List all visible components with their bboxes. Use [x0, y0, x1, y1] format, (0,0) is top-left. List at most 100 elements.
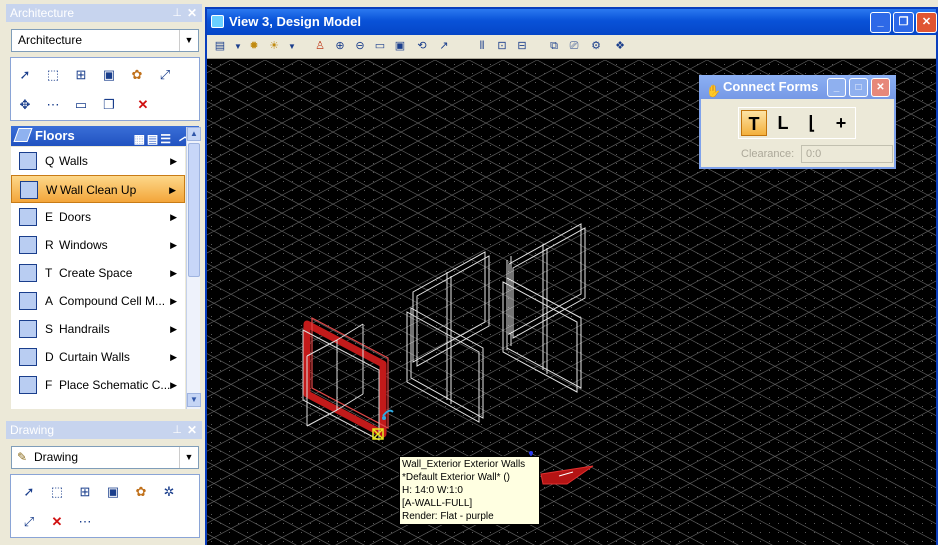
close-button[interactable]: ✕	[871, 78, 890, 97]
chevron-down-icon[interactable]: ▼	[179, 30, 198, 51]
floors-item[interactable]: W Wall Clean Up ▶	[11, 175, 185, 203]
view-title-bar[interactable]: View 3, Design Model _ ❐ ✕	[207, 9, 937, 35]
floors-item-key: W	[46, 183, 58, 197]
connect-forms-title-bar[interactable]: ✋ Connect Forms _ □ ✕	[699, 75, 896, 99]
end-connect-icon[interactable]: ⌊	[799, 110, 825, 136]
minimize-button[interactable]: _	[870, 12, 891, 33]
ruler-icon[interactable]: ▭	[69, 94, 93, 116]
zoom-in-icon[interactable]: ⊕	[331, 38, 349, 55]
zoom-out-icon[interactable]: ⊖	[351, 38, 369, 55]
clearance-label: Clearance:	[741, 148, 795, 160]
walk-icon[interactable]: ⦀	[473, 38, 491, 55]
connect-forms-tools: T L ⌊ +	[738, 107, 856, 139]
saved-views-icon[interactable]: ❖	[611, 38, 629, 55]
restore-button[interactable]: ❐	[893, 12, 914, 33]
scale-icon[interactable]: ⤢	[17, 511, 41, 533]
connect-forms-title: Connect Forms	[723, 79, 819, 94]
rotate-view-icon[interactable]: ⟲	[413, 38, 431, 55]
handrail-icon	[19, 320, 37, 338]
marquee-select-icon[interactable]: ⬚	[41, 64, 65, 86]
pin-icon[interactable]: ⊥	[172, 421, 182, 439]
floors-item-label: Curtain Walls	[59, 350, 130, 364]
drawing-panel-title[interactable]: Drawing ⊥ ✕	[6, 421, 202, 439]
scroll-thumb[interactable]	[188, 143, 200, 277]
tee-connect-icon[interactable]: T	[741, 110, 767, 136]
previous-view-icon[interactable]: ⊡	[493, 38, 511, 55]
connect-icon[interactable]: ⋯	[41, 94, 65, 116]
architecture-combo[interactable]: Architecture ▼	[11, 29, 199, 52]
delete-x-icon[interactable]: ✕	[45, 511, 69, 533]
delete-x-icon[interactable]: ✕	[131, 94, 155, 116]
submenu-arrow-icon: ▶	[169, 185, 176, 195]
view-measure-icon[interactable]: ▣	[101, 481, 125, 503]
cross-connect-icon[interactable]: +	[828, 110, 854, 136]
clip-volume-icon[interactable]: ⧉	[545, 38, 563, 55]
view-rotation-icon[interactable]: ⚙	[587, 38, 605, 55]
marquee-select-icon[interactable]: ⬚	[45, 481, 69, 503]
drawing-toolbox: ➚ ⬚ ⊞ ▣ ✿ ✲ ⤢ ✕ ⋯	[10, 474, 200, 538]
drawing-combo[interactable]: ✎ Drawing ▼	[11, 446, 199, 469]
hand-icon: ✋	[706, 84, 721, 98]
corner-connect-icon[interactable]: L	[770, 110, 796, 136]
close-icon[interactable]: ✕	[187, 4, 197, 22]
palette-icon[interactable]: ✿	[129, 481, 153, 503]
lighting-icon[interactable]: ☀	[265, 38, 283, 55]
chevron-down-icon[interactable]: ▼	[283, 38, 301, 55]
submenu-arrow-icon: ▶	[170, 212, 177, 222]
clearance-input[interactable]: 0:0	[801, 145, 893, 163]
close-icon[interactable]: ✕	[187, 421, 197, 439]
floors-item[interactable]: E Doors ▶	[11, 203, 185, 231]
display-style-icon[interactable]: ✹	[245, 38, 263, 55]
floors-item-label: Compound Cell M...	[59, 294, 166, 308]
submenu-arrow-icon: ▶	[170, 240, 177, 250]
view-mode-icons[interactable]: ▦▤☰	[134, 129, 173, 149]
tooltip-line: Wall_Exterior Exterior Walls	[402, 459, 526, 470]
wall-cleanup-icon	[20, 181, 38, 199]
space-icon	[19, 264, 37, 282]
floors-item[interactable]: A Compound Cell M... ▶	[11, 287, 185, 315]
view-measure-icon[interactable]: ▣	[97, 64, 121, 86]
floors-scrollbar[interactable]: ▲ ▼	[186, 127, 201, 409]
select-arrow-icon[interactable]: ➚	[13, 64, 37, 86]
scale-icon[interactable]: ⤢	[153, 64, 177, 86]
architecture-panel-title[interactable]: Architecture ⊥ ✕	[6, 4, 202, 22]
copy-icon[interactable]: ❐	[97, 94, 121, 116]
place-element-icon[interactable]: ⊞	[69, 64, 93, 86]
maximize-button[interactable]: □	[849, 78, 868, 97]
floors-item[interactable]: R Windows ▶	[11, 231, 185, 259]
floors-item-key: A	[45, 294, 54, 308]
scroll-down-icon[interactable]: ▼	[187, 393, 201, 407]
minimize-button[interactable]: _	[827, 78, 846, 97]
connect-icon[interactable]: ⋯	[73, 511, 97, 533]
floors-item-key: Q	[45, 154, 55, 168]
view-attributes-icon[interactable]: ▤	[211, 38, 229, 55]
door-icon	[19, 208, 37, 226]
connect-forms-dialog: ✋ Connect Forms _ □ ✕ T L ⌊ + Clearance:…	[699, 75, 896, 169]
window-area-icon[interactable]: ▭	[371, 38, 389, 55]
chevron-down-icon[interactable]: ▼	[179, 447, 198, 468]
view-title: View 3, Design Model	[229, 14, 361, 29]
floors-item[interactable]: S Handrails ▶	[11, 315, 185, 343]
next-view-icon[interactable]: ⊟	[513, 38, 531, 55]
place-element-icon[interactable]: ⊞	[73, 481, 97, 503]
snap-icon[interactable]: ✲	[157, 481, 181, 503]
floors-item[interactable]: F Place Schematic C... ▶	[11, 371, 185, 399]
pan-view-icon[interactable]: ↗	[435, 38, 453, 55]
floors-item[interactable]: D Curtain Walls ▶	[11, 343, 185, 371]
pin-icon[interactable]: ⊥	[172, 4, 182, 22]
fit-view-icon[interactable]: ▣	[391, 38, 409, 55]
floors-title: Floors	[35, 128, 75, 143]
floors-item[interactable]: T Create Space ▶	[11, 259, 185, 287]
palette-icon[interactable]: ✿	[125, 64, 149, 86]
floors-item[interactable]: Q Walls ▶	[11, 147, 185, 175]
close-button[interactable]: ✕	[916, 12, 937, 33]
camera-icon[interactable]: ⎚	[565, 38, 583, 55]
floors-item-label: Place Schematic C...	[59, 378, 171, 392]
curtain-wall-icon	[19, 348, 37, 366]
floors-header[interactable]: Floors ▦▤☰ ︿	[11, 126, 199, 146]
select-arrow-icon[interactable]: ➚	[17, 481, 41, 503]
scroll-up-icon[interactable]: ▲	[187, 127, 201, 141]
tooltip-line: *Default Exterior Wall* ()	[402, 472, 510, 483]
move-icon[interactable]: ✥	[13, 94, 37, 116]
update-view-icon[interactable]: ♙	[311, 38, 329, 55]
